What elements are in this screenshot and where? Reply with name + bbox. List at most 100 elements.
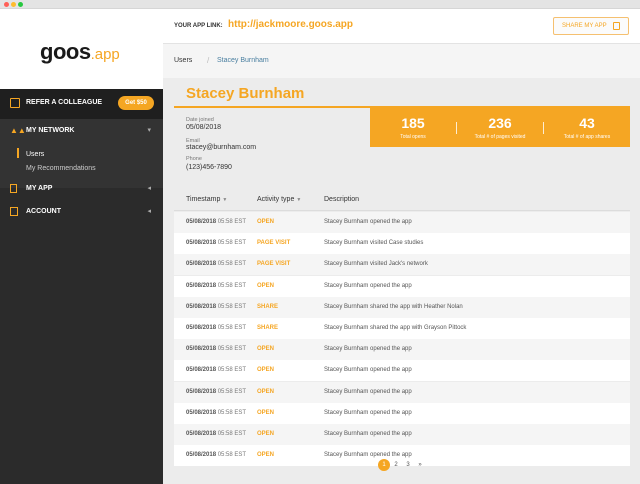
table-row[interactable]: 05/08/2018 05:58 EST SHARE Stacey Burnham … <box>174 318 630 339</box>
nav-my-app[interactable]: MY APP ◂ <box>0 179 163 199</box>
cell-description: Stacey Burnham opened the app <box>324 409 412 416</box>
table-row[interactable]: 05/08/2018 05:58 EST OPEN Stacey Burnham o… <box>174 402 630 424</box>
table-row[interactable]: 05/08/2018 05:58 EST OPEN Stacey Burnham o… <box>174 275 630 297</box>
cell-description: Stacey Burnham opened the app <box>324 346 412 353</box>
col-activity-label: Activity type <box>257 196 295 203</box>
col-activity-type[interactable]: Activity type ▼ <box>257 196 301 203</box>
cell-time: 05:58 EST <box>217 303 247 310</box>
window-chrome <box>0 0 640 9</box>
cell-description: Stacey Burnham shared the app with Grays… <box>324 325 467 331</box>
gift-icon <box>10 98 20 108</box>
sidebar-item-my-recommendations[interactable]: My Recommendations <box>26 165 96 172</box>
cell-description: Stacey Burnham visited Case studies <box>324 240 424 247</box>
cell-date: 05/08/2018 <box>186 452 217 459</box>
sort-down-icon: ▼ <box>222 197 228 203</box>
cell-timestamp: 05/08/2018 05:58 EST <box>186 431 246 437</box>
minimize-window-dot[interactable] <box>11 2 16 7</box>
maximize-window-dot[interactable] <box>18 2 23 7</box>
cell-timestamp: 05/08/2018 05:58 EST <box>186 283 246 289</box>
cell-date: 05/08/2018 <box>186 388 217 395</box>
nav-account-label: ACCOUNT <box>26 208 61 215</box>
cell-description: Stacey Burnham opened the app <box>324 367 412 374</box>
table-row[interactable]: 05/08/2018 05:58 EST SHARE Stacey Burnham … <box>174 296 630 318</box>
sidebar-item-users[interactable]: Users <box>26 151 44 158</box>
table-row[interactable]: 05/08/2018 05:58 EST OPEN Stacey Burnham o… <box>174 339 630 361</box>
table-row[interactable]: 05/08/2018 05:58 EST OPEN Stacey Burnham o… <box>174 360 630 382</box>
cell-description: Stacey Burnham opened the app <box>324 388 412 395</box>
logo[interactable]: goos.app <box>40 39 120 65</box>
table-row[interactable]: 05/08/2018 05:58 EST OPEN Stacey Burnham o… <box>174 212 630 233</box>
logo-suffix: .app <box>90 46 120 63</box>
network-icon: ▲▲ <box>10 126 26 135</box>
cell-timestamp: 05/08/2018 05:58 EST <box>186 261 246 267</box>
stat-caption: Total # of app shares <box>563 134 611 140</box>
page-next[interactable]: » <box>414 459 426 471</box>
nav-my-network[interactable]: ▲▲ MY NETWORK ▾ <box>0 121 163 141</box>
table-row[interactable]: 05/08/2018 05:58 EST PAGE VISIT Stacey Bur… <box>174 254 630 276</box>
share-my-app-label: SHARE MY APP <box>562 23 607 29</box>
chevron-left-icon: ◂ <box>147 185 151 192</box>
table-row[interactable]: 05/08/2018 05:58 EST PAGE VISIT Stacey Bur… <box>174 233 630 255</box>
cell-activity-type: OPEN <box>257 282 275 289</box>
cell-time: 05:58 EST <box>217 346 247 353</box>
stat-pages-visited: 236 Total # of pages visited <box>457 108 543 147</box>
cell-timestamp: 05/08/2018 05:58 EST <box>186 452 246 458</box>
app-link-label: YOUR APP LINK: <box>174 23 223 29</box>
cell-time: 05:58 EST <box>217 261 247 268</box>
get-50-button[interactable]: Get $50 <box>118 96 154 110</box>
share-my-app-button[interactable]: SHARE MY APP <box>553 17 629 35</box>
stat-value: 43 <box>579 115 595 131</box>
activity-table: Timestamp ▼ Activity type ▼ Description … <box>174 187 630 467</box>
page-2[interactable]: 2 <box>390 459 402 471</box>
cell-activity-type: OPEN <box>257 367 275 374</box>
stat-app-shares: 43 Total # of app shares <box>544 108 630 147</box>
cell-timestamp: 05/08/2018 05:58 EST <box>186 389 246 395</box>
refer-colleague-bar[interactable]: REFER A COLLEAGUE Get $50 <box>0 89 163 119</box>
cell-description: Stacey Burnham opened the app <box>324 219 412 225</box>
close-window-dot[interactable] <box>4 2 9 7</box>
cell-activity-type: PAGE VISIT <box>257 261 291 268</box>
logo-text: goos <box>40 39 91 64</box>
stat-caption: Total opens <box>400 134 426 140</box>
phone-icon <box>10 184 17 193</box>
cell-date: 05/08/2018 <box>186 325 217 331</box>
cell-date: 05/08/2018 <box>186 282 217 289</box>
cell-timestamp: 05/08/2018 05:58 EST <box>186 346 246 352</box>
stats-panel: 185 Total opens 236 Total # of pages vis… <box>370 108 630 147</box>
cell-time: 05:58 EST <box>217 452 247 459</box>
cell-description: Stacey Burnham visited Jack's network <box>324 261 428 268</box>
email-value: stacey@burnham.com <box>186 144 257 151</box>
cell-time: 05:58 EST <box>217 388 247 395</box>
phone-value: (123)456-7890 <box>186 164 232 171</box>
cell-date: 05/08/2018 <box>186 409 217 416</box>
app-link-url[interactable]: http://jackmoore.goos.app <box>228 19 353 30</box>
sidebar: goos.app REFER A COLLEAGUE Get $50 ▲▲ MY… <box>0 9 163 484</box>
active-indicator <box>17 148 19 158</box>
cell-activity-type: OPEN <box>257 219 275 225</box>
cell-date: 05/08/2018 <box>186 219 217 225</box>
table-header: Timestamp ▼ Activity type ▼ Description <box>174 187 630 211</box>
table-row[interactable]: 05/08/2018 05:58 EST OPEN Stacey Burnham o… <box>174 381 630 403</box>
cell-date: 05/08/2018 <box>186 240 217 247</box>
table-row[interactable]: 05/08/2018 05:58 EST OPEN Stacey Burnham o… <box>174 424 630 445</box>
logo-area: goos.app <box>0 9 163 89</box>
cell-date: 05/08/2018 <box>186 431 217 437</box>
cell-time: 05:58 EST <box>217 367 247 374</box>
page-1[interactable]: 1 <box>378 459 390 471</box>
breadcrumb-users[interactable]: Users <box>174 57 192 64</box>
cell-activity-type: OPEN <box>257 409 275 416</box>
cell-date: 05/08/2018 <box>186 261 217 268</box>
account-icon <box>10 207 18 216</box>
nav-my-network-section: ▲▲ MY NETWORK ▾ Users My Recommendations <box>0 119 163 188</box>
cell-date: 05/08/2018 <box>186 346 217 353</box>
chevron-left-icon: ◂ <box>147 208 151 215</box>
col-timestamp[interactable]: Timestamp ▼ <box>186 196 227 203</box>
nav-account[interactable]: ACCOUNT ◂ <box>0 202 163 222</box>
date-joined-value: 05/08/2018 <box>186 124 222 131</box>
nav-my-network-label: MY NETWORK <box>26 127 75 134</box>
col-timestamp-label: Timestamp <box>186 196 221 203</box>
page-3[interactable]: 3 <box>402 459 414 471</box>
col-description: Description <box>324 196 360 203</box>
breadcrumb-current: Stacey Burnham <box>217 57 269 64</box>
cell-time: 05:58 EST <box>217 240 247 247</box>
